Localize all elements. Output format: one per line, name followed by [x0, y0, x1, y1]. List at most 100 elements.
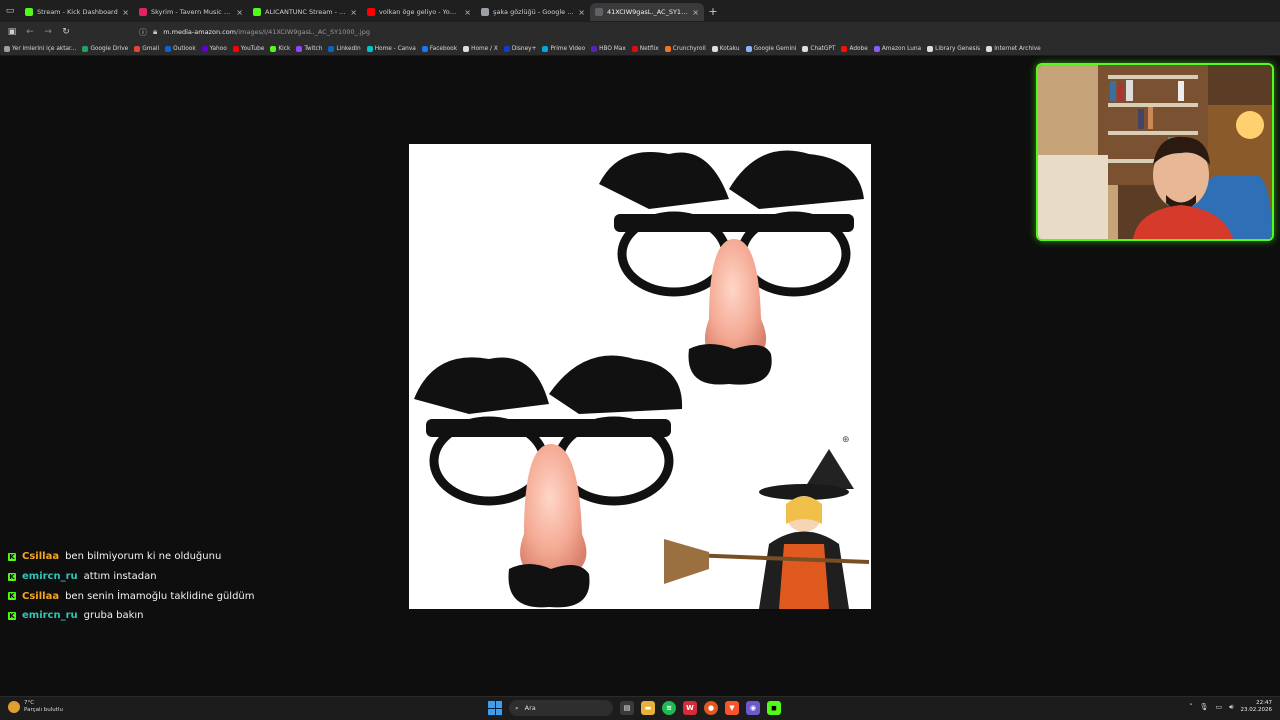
bookmark-label: Home / X — [471, 45, 498, 52]
bookmark-item[interactable]: Home - Canva — [366, 45, 416, 52]
bookmark-item[interactable]: Kotaku — [711, 45, 740, 52]
bookmark-item[interactable]: Gmail — [134, 45, 159, 52]
lock-icon: 🔒︎ — [153, 27, 158, 36]
bookmark-item[interactable]: YouTube — [232, 45, 264, 52]
bookmark-item[interactable]: Netflix — [631, 45, 659, 52]
discord-icon[interactable]: ◉ — [746, 701, 760, 715]
bookmark-item[interactable]: Outlook — [165, 45, 196, 52]
bookmark-favicon-icon — [463, 45, 470, 52]
back-button[interactable]: ← — [21, 27, 39, 37]
browser-window: ▭ Stream - Kick Dashboard × Skyrim - Taver… — [0, 0, 1280, 696]
tab-close-icon[interactable]: × — [350, 8, 357, 17]
tab-favicon-icon — [481, 8, 489, 16]
address-bar[interactable]: ⓘ 🔒︎ m.media-amazon.com/images/I/41XCIW9… — [139, 27, 370, 38]
windows-start-icon[interactable] — [488, 701, 502, 715]
bookmark-item[interactable]: Yahoo — [201, 45, 227, 52]
sidebar-toggle-icon[interactable]: ▣ — [3, 27, 21, 37]
chat-username: Csillaa — [22, 590, 60, 602]
taskbar-apps: ⌕ Ara ▤ ▬ ≋ W ● ▼ ◉ ◼ — [488, 700, 781, 716]
file-explorer-icon[interactable]: ▬ — [641, 701, 655, 715]
tab-search-icon[interactable]: ▭ — [0, 0, 20, 22]
microphone-icon[interactable]: 🎙︎ — [1200, 703, 1209, 711]
tray-overflow-icon[interactable]: ˄ — [1189, 703, 1193, 711]
browser-tab[interactable]: ALICANTUNC Stream - Wat × — [248, 3, 362, 21]
bookmark-item[interactable]: Adobe — [841, 45, 868, 52]
new-tab-button[interactable]: + — [704, 5, 722, 18]
bookmark-favicon-icon — [927, 45, 934, 52]
bookmark-item[interactable]: Internet Archive — [986, 45, 1041, 52]
weather-icon — [8, 701, 20, 713]
tab-title: ALICANTUNC Stream - Wat — [265, 8, 347, 16]
kick-badge-icon: K — [8, 572, 16, 581]
task-view-icon[interactable]: ▤ — [620, 701, 634, 715]
search-placeholder: Ara — [524, 704, 536, 712]
weather-temp: 7°C — [24, 700, 35, 706]
bookmark-item[interactable]: Google Drive — [82, 45, 128, 52]
clock[interactable]: 22:47 23.02.2026 — [1241, 700, 1273, 714]
browser-tab[interactable]: Skyrim - Tavern Music & Ambie × — [134, 3, 248, 21]
bookmark-favicon-icon — [802, 45, 809, 52]
taskbar-search[interactable]: ⌕ Ara — [509, 700, 613, 716]
bookmark-item[interactable]: Amazon Luna — [873, 45, 922, 52]
bookmark-label: Twitch — [304, 45, 323, 52]
url-path: /images/I/41XCIW9gasL._AC_SY1000_.jpg — [236, 28, 370, 36]
bookmark-item[interactable]: HBO Max — [591, 45, 626, 52]
bookmark-favicon-icon — [745, 45, 752, 52]
app-w-icon[interactable]: W — [683, 701, 697, 715]
bookmark-favicon-icon — [503, 45, 510, 52]
bookmark-label: LinkedIn — [336, 45, 361, 52]
chat-username: Csillaa — [22, 551, 60, 563]
chat-message: Kemircn_ru gruba bakın — [8, 606, 308, 626]
tab-close-icon[interactable]: × — [236, 8, 243, 17]
browser-tab[interactable]: Stream - Kick Dashboard × — [20, 3, 134, 21]
bookmark-label: Google Gemini — [753, 45, 797, 52]
site-info-icon[interactable]: ⓘ — [139, 27, 147, 38]
bookmark-item[interactable]: Prime Video — [542, 45, 585, 52]
bookmark-label: ChatGPT — [810, 45, 836, 52]
bookmark-item[interactable]: Home / X — [463, 45, 498, 52]
bookmark-label: Kick — [278, 45, 291, 52]
display-icon[interactable]: ▭ — [1215, 703, 1222, 711]
tab-title: Skyrim - Tavern Music & Ambie — [151, 8, 232, 16]
glasses-top — [599, 150, 864, 385]
bookmark-item[interactable]: Kick — [270, 45, 291, 52]
bookmark-item[interactable]: Yer imlerini içe aktar... — [4, 45, 77, 52]
bookmark-item[interactable]: Google Gemini — [745, 45, 797, 52]
tab-close-icon[interactable]: × — [464, 8, 471, 17]
obs-icon[interactable]: ◼ — [767, 701, 781, 715]
novelty-glasses-illustration — [414, 150, 870, 609]
browser-tab[interactable]: şaka gözlüğü - Google Search × — [476, 3, 590, 21]
tab-close-icon[interactable]: × — [578, 8, 585, 17]
bookmark-item[interactable]: LinkedIn — [328, 45, 361, 52]
system-tray: ˄ 🎙︎ ▭ 🔊︎ 22:47 23.02.2026 — [1189, 700, 1272, 714]
tabs: Stream - Kick Dashboard × Skyrim - Tavern … — [20, 1, 704, 21]
browser-tab[interactable]: 41XCIW9gasL._AC_SY1000_.jpg (JPI × — [590, 3, 704, 21]
chat-text: gruba bakın — [83, 610, 144, 622]
bookmark-favicon-icon — [296, 45, 303, 52]
chat-text: ben senin İmamoğlu taklidine güldüm — [65, 590, 255, 602]
bookmark-favicon-icon — [873, 45, 880, 52]
weather-widget[interactable]: 7°C Parçalı bulutlu — [8, 700, 63, 714]
bookmark-item[interactable]: Twitch — [296, 45, 323, 52]
firefox-icon[interactable]: ● — [704, 701, 718, 715]
bookmark-favicon-icon — [711, 45, 718, 52]
reload-button[interactable]: ↻ — [57, 27, 75, 37]
bookmark-item[interactable]: ChatGPT — [802, 45, 836, 52]
forward-button[interactable]: → — [39, 27, 57, 37]
volume-icon[interactable]: 🔊︎ — [1229, 703, 1233, 712]
chat-message: K Csillaa ben senin İmamoğlu taklidine gül… — [8, 586, 308, 606]
bookmark-label: Yer imlerini içe aktar... — [12, 45, 77, 52]
bookmark-label: Kotaku — [719, 45, 740, 52]
browser-tab[interactable]: volkan öge geliyo - YouTube × — [362, 3, 476, 21]
brave-icon[interactable]: ▼ — [725, 701, 739, 715]
spotify-icon[interactable]: ≋ — [662, 701, 676, 715]
displayed-image[interactable] — [409, 144, 871, 609]
tab-close-icon[interactable]: × — [692, 8, 699, 17]
bookmark-item[interactable]: Crunchyroll — [664, 45, 706, 52]
bookmark-item[interactable]: Library Genesis — [927, 45, 980, 52]
tab-close-icon[interactable]: × — [122, 8, 129, 17]
bookmark-item[interactable]: Disney+ — [503, 45, 536, 52]
bookmark-label: Amazon Luna — [881, 45, 922, 52]
bookmark-item[interactable]: Facebook — [421, 45, 457, 52]
bookmark-favicon-icon — [82, 45, 89, 52]
